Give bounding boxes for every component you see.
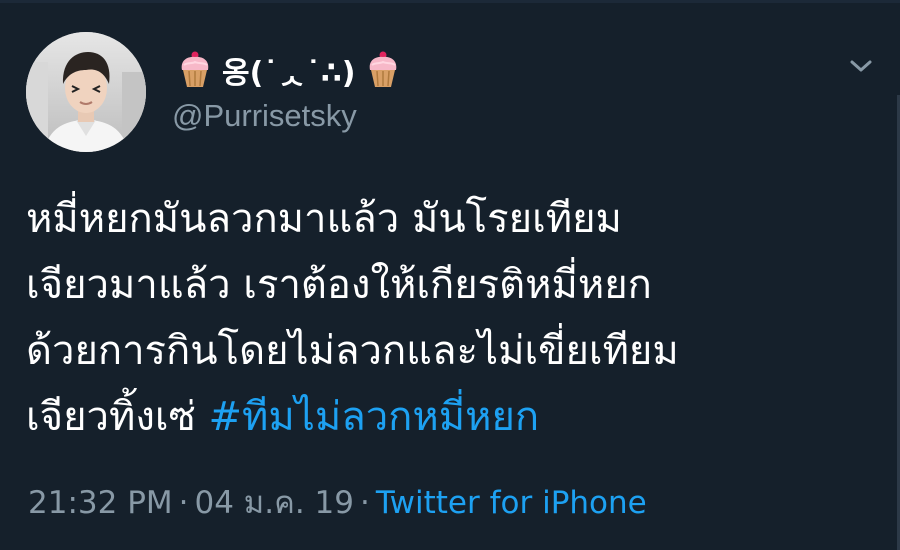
top-divider [0,0,900,3]
tweet-text: หมี่หยกมันลวกมาแล้ว มันโรยเทียม เจียวมาแ… [26,186,876,450]
tweet-card: 옹(˙ᆺ˙∴) @Purrisetsky หมี่หยกมันลวกมาแล้ว… [0,0,900,550]
cupcake-icon [181,51,209,87]
tweet-source-link[interactable]: Twitter for iPhone [376,485,647,521]
tweet-time[interactable]: 21:32 PM [28,485,173,521]
tweet-text-fragment: เจียวทิ้งเซ่ [26,394,209,440]
hashtag-link[interactable]: #ทีมไม่ลวกหมี่หยก [208,394,539,440]
chevron-down-icon[interactable] [848,56,874,76]
tweet-text-line: ด้วยการกินโดยไม่ลวกและไม่เขี่ยเทียม [26,328,679,374]
cupcake-icon [369,51,396,87]
display-name-row[interactable]: 옹(˙ᆺ˙∴) [178,46,400,94]
tweet-text-line: เจียวมาแล้ว เราต้องให้เกียรติหมี่หยก [26,262,652,308]
tweet-text-line: หมี่หยกมันลวกมาแล้ว มันโรยเทียม [26,196,622,242]
avatar[interactable] [26,32,146,152]
tweet-meta: 21:32 PM · 04 ม.ค. 19 · Twitter for iPhone [28,477,647,527]
display-name: 옹(˙ᆺ˙∴) [222,56,356,91]
meta-separator: · [178,485,189,521]
meta-separator: · [359,485,370,521]
user-handle[interactable]: @Purrisetsky [172,98,357,134]
tweet-date[interactable]: 04 ม.ค. 19 [195,485,354,521]
tweet-text-line: เจียวทิ้งเซ่ #ทีมไม่ลวกหมี่หยก [26,384,876,450]
